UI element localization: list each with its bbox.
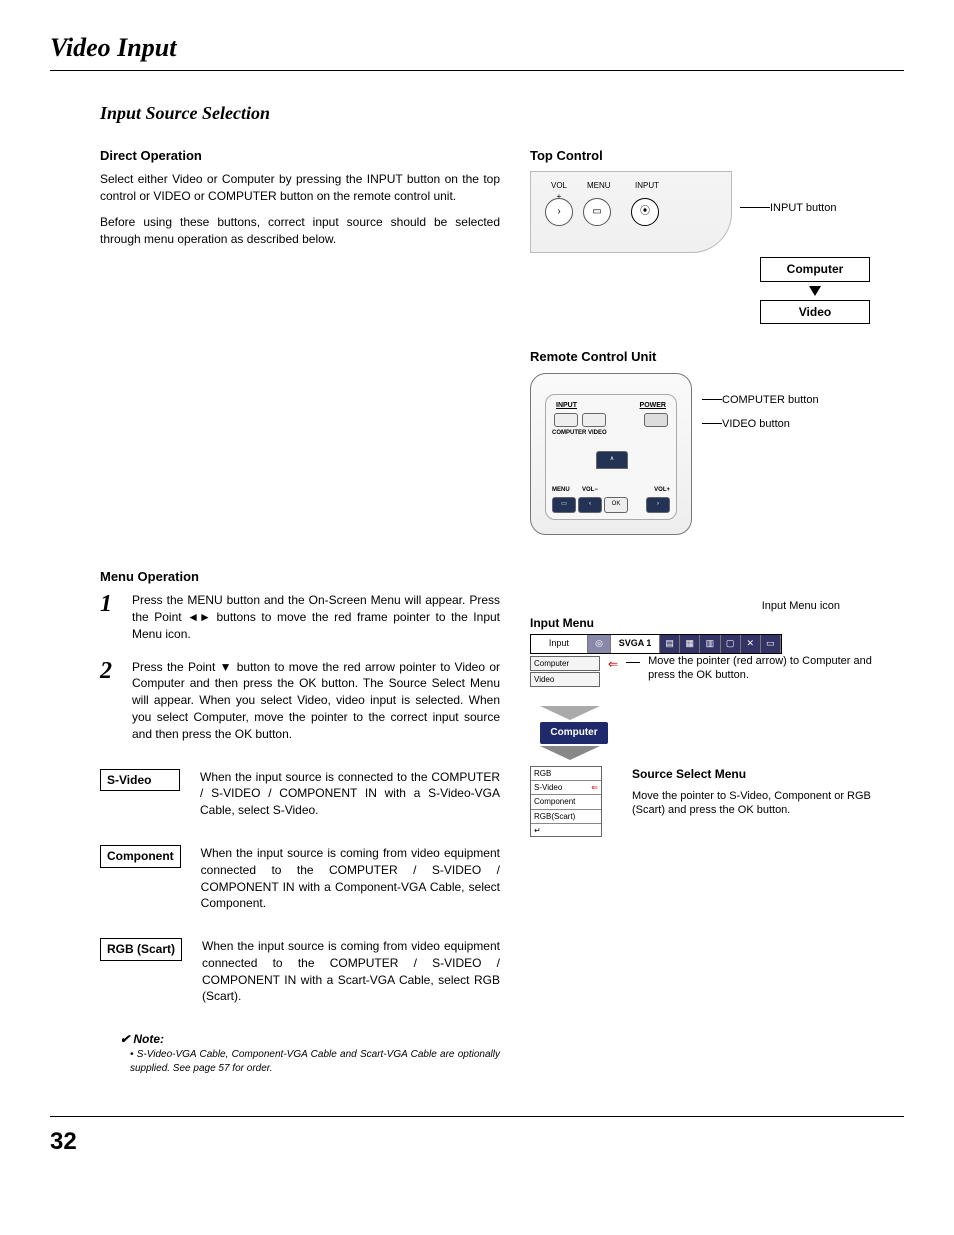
flow-video-box: Video	[760, 300, 870, 325]
menu-icon-6: ✕	[741, 635, 761, 653]
menu-icon-7: ▭	[761, 635, 781, 653]
src-rgb: RGB	[531, 767, 601, 781]
remote-right-btn: ›	[646, 497, 670, 513]
computer-tab: Computer	[540, 722, 608, 744]
remote-left-btn: ‹	[578, 497, 602, 513]
source-select-list: RGB S-Video⇐ Component RGB(Scart) ↵	[530, 766, 602, 837]
remote-volplus-text: VOL+	[654, 486, 670, 494]
triangle-down-icon	[540, 706, 600, 720]
leader-line	[626, 662, 640, 663]
menu-icon-5: ▢	[721, 635, 741, 653]
remote-menu-text: MENU	[552, 486, 570, 494]
flow-computer-box: Computer	[760, 257, 870, 282]
top-control-graphic: VOL + MENU INPUT › ▭ ⦿	[530, 171, 732, 253]
menu-operation-heading: Menu Operation	[100, 568, 500, 586]
tc-menu-label: MENU	[587, 180, 611, 191]
src-rgbscart: RGB(Scart)	[531, 810, 601, 824]
menu-icon-1: ◎	[588, 635, 611, 653]
option-component-desc: When the input source is coming from vid…	[201, 845, 500, 912]
option-svideo-desc: When the input source is connected to th…	[200, 769, 500, 819]
remote-video-caption: VIDEO button	[722, 417, 790, 431]
menu-icon-2: ▤	[660, 635, 680, 653]
src-spacer: ↵	[531, 824, 601, 836]
step-2-text: Press the Point ▼ button to move the red…	[132, 659, 500, 743]
leader-line	[702, 423, 722, 424]
input-menu-video: Video	[530, 672, 600, 687]
remote-graphic: INPUT POWER COMPUTER VIDEO ∧ MENU VOL− V…	[530, 373, 692, 535]
input-menu-computer: Computer	[530, 656, 600, 671]
input-button-icon: ⦿	[631, 198, 659, 226]
remote-ok-btn: OK	[604, 497, 628, 513]
page-title: Video Input	[50, 30, 904, 71]
step-1-text: Press the MENU button and the On-Screen …	[132, 592, 500, 642]
remote-computer-text: COMPUTER	[552, 429, 586, 437]
option-component-box: Component	[100, 845, 181, 868]
remote-computer-caption: COMPUTER button	[722, 393, 819, 407]
leader-line	[740, 207, 770, 208]
remote-volminus-text: VOL−	[582, 486, 598, 494]
src-component: Component	[531, 795, 601, 809]
menu-bar-input: Input	[531, 635, 588, 653]
input-menu-caption1: Move the pointer (red arrow) to Computer…	[648, 654, 890, 688]
direct-operation-heading: Direct Operation	[100, 147, 500, 165]
arrow-down-icon	[809, 286, 821, 296]
remote-power-btn	[644, 413, 668, 427]
top-control-heading: Top Control	[530, 147, 890, 165]
remote-up-btn: ∧	[596, 451, 628, 469]
option-rgbscart-box: RGB (Scart)	[100, 938, 182, 961]
input-menu-icon-caption: Input Menu icon	[762, 599, 840, 613]
source-select-menu-heading: Source Select Menu	[632, 766, 890, 783]
remote-video-btn	[582, 413, 606, 427]
direct-operation-p1: Select either Video or Computer by press…	[100, 171, 500, 205]
option-svideo-box: S-Video	[100, 769, 180, 792]
leader-line	[702, 399, 722, 400]
remote-computer-btn	[554, 413, 578, 427]
menu-bar: Input ◎ SVGA 1 ▤ ▦ ▥ ▢ ✕ ▭	[530, 634, 782, 654]
input-menu-list: Computer Video	[530, 656, 600, 688]
remote-menu-btn: ▭	[552, 497, 576, 513]
option-rgbscart-desc: When the input source is coming from vid…	[202, 938, 500, 1005]
menu-svga: SVGA 1	[611, 635, 660, 653]
red-arrow-icon: ⇐	[608, 656, 618, 688]
tc-input-label: INPUT	[635, 180, 659, 191]
input-menu-heading: Input Menu	[530, 615, 890, 632]
source-select-caption: Move the pointer to S-Video, Component o…	[632, 789, 890, 818]
direct-operation-p2: Before using these buttons, correct inpu…	[100, 214, 500, 248]
note-bullet: • S-Video-VGA Cable, Component-VGA Cable…	[130, 1048, 500, 1076]
step-number-2: 2	[100, 659, 120, 743]
triangle-down-icon	[540, 746, 600, 760]
input-button-caption: INPUT button	[770, 201, 836, 215]
remote-video-text: VIDEO	[588, 429, 607, 437]
step-number-1: 1	[100, 592, 120, 642]
section-title: Input Source Selection	[100, 101, 904, 126]
vol-button-icon: ›	[545, 198, 573, 226]
src-svideo: S-Video⇐	[531, 781, 601, 795]
remote-power-label: POWER	[640, 401, 666, 411]
menu-button-icon: ▭	[583, 198, 611, 226]
note-title: ✔ Note:	[120, 1031, 500, 1048]
remote-heading: Remote Control Unit	[530, 348, 890, 366]
remote-input-label: INPUT	[556, 401, 577, 411]
menu-icon-3: ▦	[680, 635, 700, 653]
page-number: 32	[50, 1116, 904, 1159]
menu-icon-4: ▥	[700, 635, 720, 653]
